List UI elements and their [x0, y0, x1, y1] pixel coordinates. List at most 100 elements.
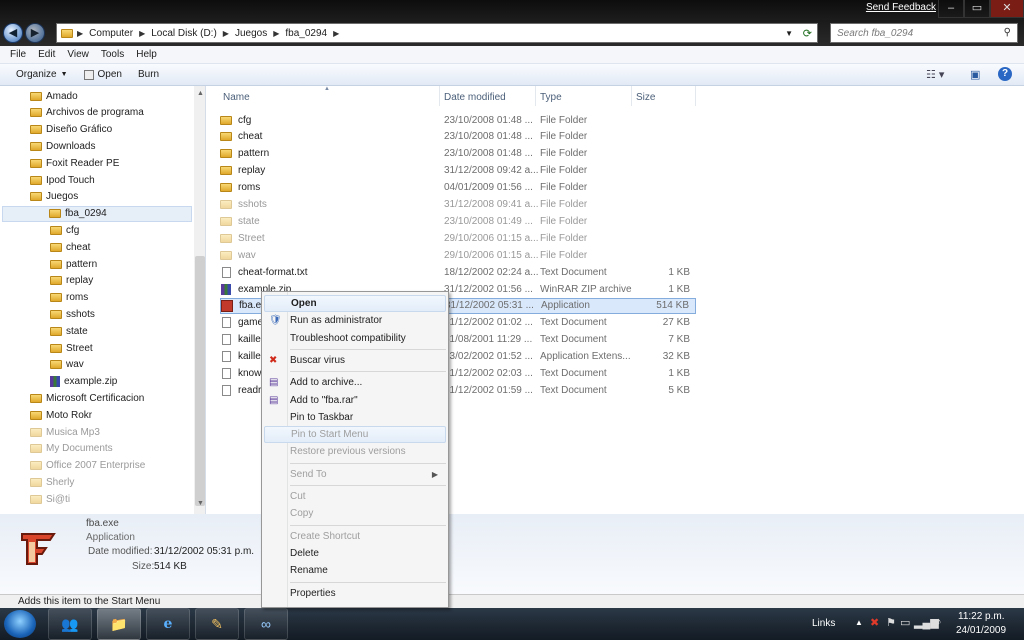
send-feedback-link[interactable]: Send Feedback — [866, 2, 936, 13]
clock-time[interactable]: 11:22 p.m. — [958, 611, 1005, 622]
help-icon[interactable]: ? — [998, 67, 1012, 81]
search-input[interactable]: Search fba_0294 ⚲ — [830, 23, 1018, 43]
nav-item[interactable]: Moto Rokr — [30, 407, 92, 423]
file-row[interactable]: cheat 23/10/2008 01:48 ... File Folder — [220, 129, 696, 145]
internet-explorer-icon[interactable]: e — [146, 608, 190, 640]
menu-item[interactable]: Delete — [264, 545, 446, 562]
nav-item[interactable]: Foxit Reader PE — [30, 155, 119, 171]
nav-item[interactable]: pattern — [50, 256, 97, 272]
menu-item[interactable]: Restore previous versions — [264, 443, 446, 460]
column-divider[interactable] — [439, 86, 440, 106]
nav-item[interactable]: cheat — [50, 239, 90, 255]
menu-file[interactable]: File — [4, 49, 32, 60]
media-taskbar-icon[interactable]: ∞ — [244, 608, 288, 640]
nav-item[interactable]: Diseño Gráfico — [30, 122, 112, 138]
breadcrumb-juegos[interactable]: Juegos — [229, 28, 273, 39]
clock-date[interactable]: 24/01/2009 — [956, 625, 1006, 636]
links-toolbar[interactable]: Links — [812, 618, 835, 629]
menu-item[interactable]: Rename — [264, 562, 446, 579]
menu-item[interactable]: Open — [264, 295, 446, 312]
breadcrumb-computer[interactable]: Computer — [83, 28, 139, 39]
menu-item[interactable]: Pin to Start Menu — [264, 426, 446, 444]
column-date-modified[interactable]: Date modified — [444, 92, 506, 103]
nav-item[interactable]: My Documents — [30, 441, 113, 457]
forward-arrow-icon[interactable]: ▶ — [25, 23, 45, 43]
chevron-right-icon[interactable]: ▶ — [333, 29, 339, 38]
messenger-icon[interactable]: 👥 — [48, 608, 92, 640]
flag-icon[interactable]: ⚑ — [886, 616, 896, 629]
column-divider[interactable] — [535, 86, 536, 106]
nav-item[interactable]: roms — [50, 290, 88, 306]
back-arrow-icon[interactable]: ◀ — [3, 23, 23, 43]
burn-button[interactable]: Burn — [130, 69, 167, 80]
menu-help[interactable]: Help — [130, 49, 163, 60]
menu-edit[interactable]: Edit — [32, 49, 61, 60]
column-divider[interactable] — [631, 86, 632, 106]
nav-item[interactable]: Microsoft Certificacion — [30, 390, 144, 406]
nav-item[interactable]: state — [50, 323, 88, 339]
file-row[interactable]: pattern 23/10/2008 01:48 ... File Folder — [220, 146, 696, 162]
organize-button[interactable]: Organize ▼ — [8, 69, 76, 80]
menu-item[interactable]: ▤ Add to archive... — [264, 374, 446, 391]
close-button[interactable]: ✕ — [990, 0, 1024, 18]
tray-expand-icon[interactable]: ▲ — [855, 618, 863, 627]
nav-item[interactable]: Downloads — [30, 138, 95, 154]
column-type[interactable]: Type — [540, 92, 562, 103]
nav-item[interactable]: Si@ti — [30, 491, 70, 507]
dropdown-arrow-icon[interactable]: ▼ — [785, 29, 793, 38]
menu-item[interactable]: Pin to Taskbar — [264, 409, 446, 426]
minimize-button[interactable]: – — [938, 0, 964, 18]
breadcrumb-local-disk[interactable]: Local Disk (D:) — [145, 28, 223, 39]
file-row[interactable]: wav 29/10/2006 01:15 a... File Folder — [220, 247, 696, 263]
menu-item[interactable]: Create Shortcut — [264, 528, 446, 545]
refresh-icon[interactable]: ⟳ — [803, 27, 812, 40]
open-button[interactable]: Open — [76, 69, 130, 80]
breadcrumb-fba[interactable]: fba_0294 — [279, 28, 333, 39]
nav-item[interactable]: sshots — [50, 306, 95, 322]
menu-item[interactable]: Troubleshoot compatibility — [264, 330, 446, 347]
nav-item[interactable]: Juegos — [30, 189, 78, 205]
menu-tools[interactable]: Tools — [95, 49, 130, 60]
menu-item[interactable]: Send To ▶ — [264, 466, 446, 483]
file-row[interactable]: state 23/10/2008 01:49 ... File Folder — [220, 213, 696, 229]
nav-item[interactable]: replay — [50, 273, 93, 289]
monitor-icon[interactable]: ▭ — [900, 616, 910, 629]
nav-item[interactable]: fba_0294 — [2, 205, 192, 222]
column-size[interactable]: Size — [636, 92, 655, 103]
start-button[interactable] — [4, 610, 36, 638]
antivirus-tray-icon[interactable]: ✖ — [870, 616, 879, 629]
menu-item[interactable]: 🛡 Run as administrator — [264, 312, 446, 329]
menu-item[interactable]: ✖ Buscar virus — [264, 352, 446, 369]
scroll-down-arrow-icon[interactable]: ▼ — [197, 500, 204, 507]
explorer-taskbar-icon[interactable]: 📁 — [97, 608, 141, 640]
nav-item[interactable]: example.zip — [50, 374, 117, 390]
nav-item[interactable]: Archivos de programa — [30, 105, 144, 121]
nav-item[interactable]: Sherly — [30, 474, 74, 490]
app-taskbar-icon[interactable]: ✎ — [195, 608, 239, 640]
views-icon[interactable]: ☷ ▾ — [926, 68, 944, 81]
search-icon[interactable]: ⚲ — [1004, 27, 1011, 38]
file-row[interactable]: Street 29/10/2006 01:15 a... File Folder — [220, 230, 696, 246]
nav-item[interactable]: Ipod Touch — [30, 172, 95, 188]
nav-item[interactable]: cfg — [50, 222, 79, 238]
address-bar[interactable]: ▶ Computer ▶ Local Disk (D:) ▶ Juegos ▶ … — [56, 23, 818, 43]
file-row[interactable]: sshots 31/12/2008 09:41 a... File Folder — [220, 197, 696, 213]
nav-item[interactable]: Amado — [30, 88, 78, 104]
volume-icon[interactable]: ♪ — [936, 616, 942, 628]
column-divider[interactable] — [695, 86, 696, 106]
nav-item[interactable]: Musica Mp3 — [30, 424, 100, 440]
menu-item[interactable]: ▤ Add to "fba.rar" — [264, 392, 446, 409]
file-row[interactable]: cfg 23/10/2008 01:48 ... File Folder — [220, 112, 696, 128]
nav-item[interactable]: Office 2007 Enterprise — [30, 458, 145, 474]
file-row[interactable]: roms 04/01/2009 01:56 ... File Folder — [220, 180, 696, 196]
menu-view[interactable]: View — [61, 49, 95, 60]
file-row[interactable]: cheat-format.txt 18/12/2002 02:24 a... Tex… — [220, 264, 696, 280]
maximize-button[interactable]: ▭ — [964, 0, 990, 18]
nav-item[interactable]: wav — [50, 357, 84, 373]
menu-item[interactable]: Cut — [264, 488, 446, 505]
nav-scrollbar-thumb[interactable] — [195, 256, 205, 506]
scroll-up-arrow-icon[interactable]: ▲ — [197, 90, 204, 97]
nav-item[interactable]: Street — [50, 340, 93, 356]
file-row[interactable]: replay 31/12/2008 09:42 a... File Folder — [220, 163, 696, 179]
preview-pane-icon[interactable]: ▣ — [970, 68, 980, 81]
